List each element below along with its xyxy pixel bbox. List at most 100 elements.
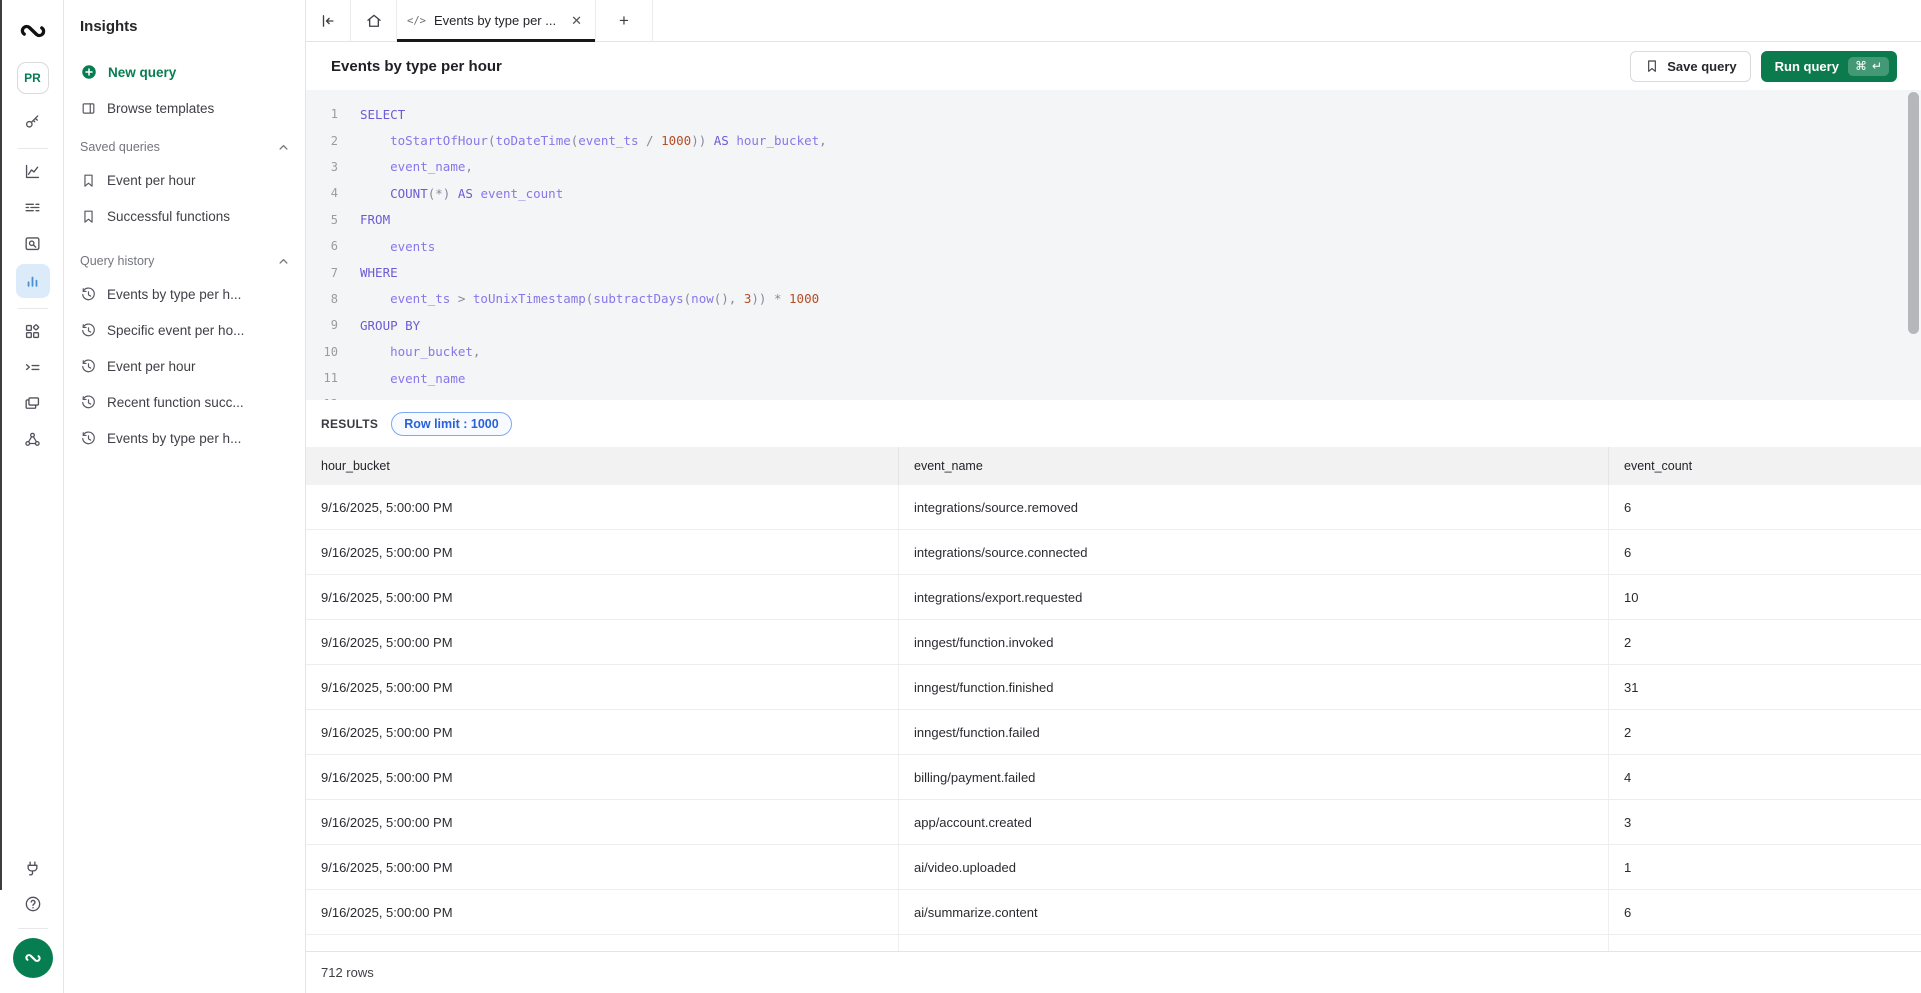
query-history-section-header[interactable]: Query history [80,246,291,276]
main-panel: </> Events by type per ... ✕ + Events by… [306,0,1921,993]
cell-event-name: app/account.created [899,800,1609,844]
query-history-label: Query history [80,254,154,268]
editor-line: 11 event_name [306,365,1921,391]
table-row[interactable]: 9/16/2025, 5:00:00 PMinngest/function.fi… [306,665,1921,710]
home-icon [365,12,383,30]
bookmark-icon [1644,58,1660,74]
collapse-left-icon [319,12,337,30]
key-icon[interactable] [18,106,48,136]
sidebar-item-label: Event per hour [107,173,196,188]
line-number: 6 [306,239,338,253]
tab-close-icon[interactable]: ✕ [568,11,585,31]
query-toolbar: Events by type per hour Save query Run q… [306,42,1921,90]
code-text: WHERE [360,265,398,280]
cell-hour-bucket: 9/16/2025, 5:00:00 PM [306,710,899,754]
results-footer: 712 rows [306,951,1921,993]
windows-icon[interactable] [18,388,48,418]
table-row[interactable]: 9/16/2025, 5:00:00 PMintegrations/source… [306,530,1921,575]
results-label: RESULTS [321,417,378,431]
code-text: COUNT(*) AS event_count [360,186,563,201]
new-tab-button[interactable]: + [596,0,653,41]
cell-hour-bucket: 9/16/2025, 5:00:00 PM [306,575,899,619]
row-count-label: 712 rows [321,965,374,980]
table-row[interactable]: 9/16/2025, 5:00:00 PMbilling/payment.fai… [306,755,1921,800]
table-row[interactable]: 9/16/2025, 5:00:00 PMai/video.uploaded1 [306,845,1921,890]
line-number: 10 [306,345,338,359]
chevron-up-icon [276,140,291,155]
table-row[interactable]: 9/16/2025, 5:00:00 PMintegrations/export… [306,575,1921,620]
editor-line: 5FROM [306,207,1921,233]
saved-queries-label: Saved queries [80,140,160,154]
bookmark-icon [80,172,97,189]
event-search-icon[interactable] [18,228,48,258]
browse-templates-button[interactable]: Browse templates [80,90,291,126]
insights-icon[interactable] [16,264,50,298]
browse-templates-label: Browse templates [107,101,214,116]
webhook-icon[interactable] [18,424,48,454]
new-query-button[interactable]: New query [80,54,291,90]
line-number: 2 [306,134,338,148]
line-number: 12 [306,397,338,400]
sidebar-item[interactable]: Specific event per ho... [80,312,291,348]
editor-scrollbar-thumb[interactable] [1908,92,1919,334]
cell-event-count: 4 [1609,755,1921,799]
sidebar-item[interactable]: Recent function succ... [80,384,291,420]
run-query-button[interactable]: Run query ⌘ ↵ [1761,51,1897,82]
enter-key-icon: ↵ [1872,59,1882,73]
line-number: 8 [306,292,338,306]
home-tab-button[interactable] [351,0,396,41]
editor-line: 2 toStartOfHour(toDateTime(event_ts / 10… [306,127,1921,153]
sidebar-item[interactable]: Events by type per h... [80,420,291,456]
metrics-icon[interactable] [18,156,48,186]
editor-line: 12ORDER BY [306,391,1921,400]
sidebar-item[interactable]: Successful functions [80,198,291,234]
results-bar: RESULTS Row limit : 1000 [306,400,1921,447]
sidebar-item[interactable]: Event per hour [80,162,291,198]
history-icon [80,322,97,339]
chevron-up-icon [276,254,291,269]
runs-icon[interactable] [18,192,48,222]
table-row[interactable]: 9/16/2025, 5:00:00 PMai/summarize.conten… [306,890,1921,935]
cell-event-count: 6 [1609,485,1921,529]
line-number: 5 [306,213,338,227]
sql-editor[interactable]: 1SELECT2 toStartOfHour(toDateTime(event_… [306,90,1921,400]
code-text: toStartOfHour(toDateTime(event_ts / 1000… [360,133,827,148]
code-text: event_ts > toUnixTimestamp(subtractDays(… [360,291,819,306]
user-avatar[interactable] [13,938,53,978]
cell-hour-bucket: 9/16/2025, 5:00:00 PM [306,530,899,574]
table-row[interactable]: 9/16/2025, 5:00:00 PMinngest/function.fa… [306,710,1921,755]
sidebar-item-label: Event per hour [107,359,196,374]
tab-events-by-type[interactable]: </> Events by type per ... ✕ [396,0,596,41]
save-query-button[interactable]: Save query [1630,51,1750,82]
sidebar-item-label: Events by type per h... [107,287,241,302]
row-limit-badge[interactable]: Row limit : 1000 [391,412,511,436]
line-number: 9 [306,318,338,332]
editor-line: 10 hour_bucket, [306,339,1921,365]
help-icon[interactable] [18,889,48,919]
query-history-list: Events by type per h... Specific event pe… [80,276,291,456]
table-row[interactable]: 9/16/2025, 5:00:00 PMapp/account.created… [306,800,1921,845]
apps-icon[interactable] [18,316,48,346]
saved-queries-section-header[interactable]: Saved queries [80,132,291,162]
plus-circle-icon [80,63,98,81]
cell-event-name: integrations/export.requested [899,575,1609,619]
table-row[interactable]: 9/16/2025, 5:00:00 PMinngest/function.in… [306,620,1921,665]
inngest-logo [18,16,48,46]
collapse-sidebar-button[interactable] [306,0,351,41]
editor-line: 8 event_ts > toUnixTimestamp(subtractDay… [306,286,1921,312]
sidebar-item[interactable]: Event per hour [80,348,291,384]
cell-hour-bucket: 9/16/2025, 5:00:00 PM [306,890,899,934]
new-query-label: New query [108,65,176,80]
table-row[interactable]: 9/16/2025, 5:00:00 PMintegrations/source… [306,485,1921,530]
cell-event-name: integrations/source.removed [899,485,1609,529]
saved-queries-list: Event per hour Successful functions [80,162,291,234]
profile-badge[interactable]: PR [17,62,49,94]
terminal-icon[interactable] [18,352,48,382]
editor-lines: 1SELECT2 toStartOfHour(toDateTime(event_… [306,101,1921,400]
cell-event-name: inngest/function.failed [899,710,1609,754]
code-text: GROUP BY [360,318,420,333]
sidebar-item[interactable]: Events by type per h... [80,276,291,312]
editor-line: 1SELECT [306,101,1921,127]
line-number: 4 [306,186,338,200]
plug-icon[interactable] [18,853,48,883]
